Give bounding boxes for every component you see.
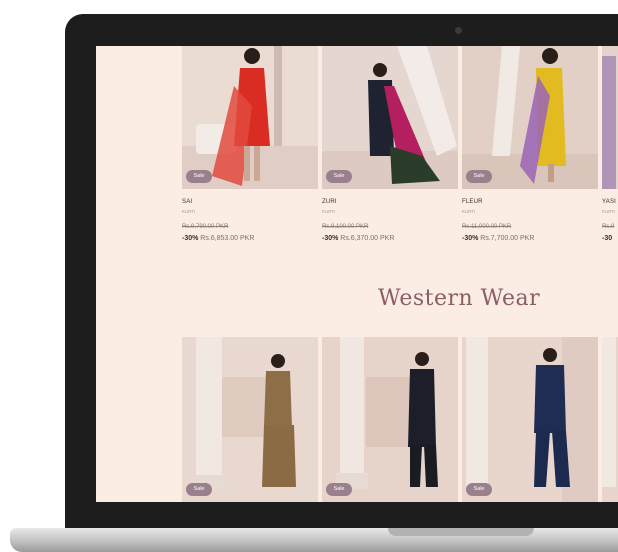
product-image[interactable]: Sale <box>322 337 458 502</box>
original-price: Rs.9 <box>602 224 615 230</box>
model-photo <box>462 337 598 502</box>
price-row: -30% Rs.6,370.00 PKR <box>322 235 394 242</box>
sale-badge: Sale <box>186 483 212 496</box>
product-category: KURTI <box>462 209 476 214</box>
original-price: Rs.9,790.00 PKR <box>182 224 229 230</box>
product-category: KURTI <box>322 209 336 214</box>
product-image[interactable]: Sale <box>322 46 458 189</box>
model-photo <box>602 46 618 189</box>
product-category: KURTI <box>182 209 196 214</box>
product-name[interactable]: FLEUR <box>462 199 483 205</box>
discount-label: -30% <box>322 235 339 242</box>
laptop-notch <box>388 528 534 536</box>
model-photo <box>602 337 618 502</box>
product-name[interactable]: SAI <box>182 199 192 205</box>
sale-price: Rs.6,853.00 PKR <box>200 235 255 242</box>
product-image[interactable] <box>602 337 618 502</box>
discount-label: -30 <box>602 235 613 242</box>
model-photo <box>182 337 318 502</box>
sale-badge: Sale <box>466 170 492 183</box>
price-row: -30% Rs.6,853.00 PKR <box>182 235 254 242</box>
product-name[interactable]: ZURI <box>322 199 337 205</box>
sale-badge: Sale <box>326 483 352 496</box>
product-image[interactable] <box>602 46 618 189</box>
product-image[interactable]: Sale <box>462 337 598 502</box>
product-image[interactable]: Sale <box>182 337 318 502</box>
original-price: Rs.11,000.00 PKR <box>462 224 512 230</box>
original-price: Rs.9,100.00 PKR <box>322 224 369 230</box>
model-photo <box>182 46 318 189</box>
sale-price: Rs.6,370.00 PKR <box>340 235 395 242</box>
price-row: -30% Rs.7,700.00 PKR <box>462 235 534 242</box>
discount-label: -30% <box>182 235 199 242</box>
product-category: KURTI <box>602 209 616 214</box>
discount-label: -30% <box>462 235 479 242</box>
webcam-icon <box>455 27 462 34</box>
store-screen: Sale SAI KURTI Rs.9,790.00 PKR -30% Rs.6… <box>96 46 618 502</box>
product-image[interactable]: Sale <box>462 46 598 189</box>
model-photo <box>322 46 458 189</box>
sale-badge: Sale <box>466 483 492 496</box>
product-image[interactable]: Sale <box>182 46 318 189</box>
price-row: -30 <box>602 235 612 242</box>
sale-badge: Sale <box>326 170 352 183</box>
sale-price: Rs.7,700.00 PKR <box>480 235 535 242</box>
model-photo <box>322 337 458 502</box>
product-name[interactable]: YASI <box>602 199 616 205</box>
model-photo <box>462 46 598 189</box>
section-title: Western Wear <box>378 286 541 311</box>
sale-badge: Sale <box>186 170 212 183</box>
